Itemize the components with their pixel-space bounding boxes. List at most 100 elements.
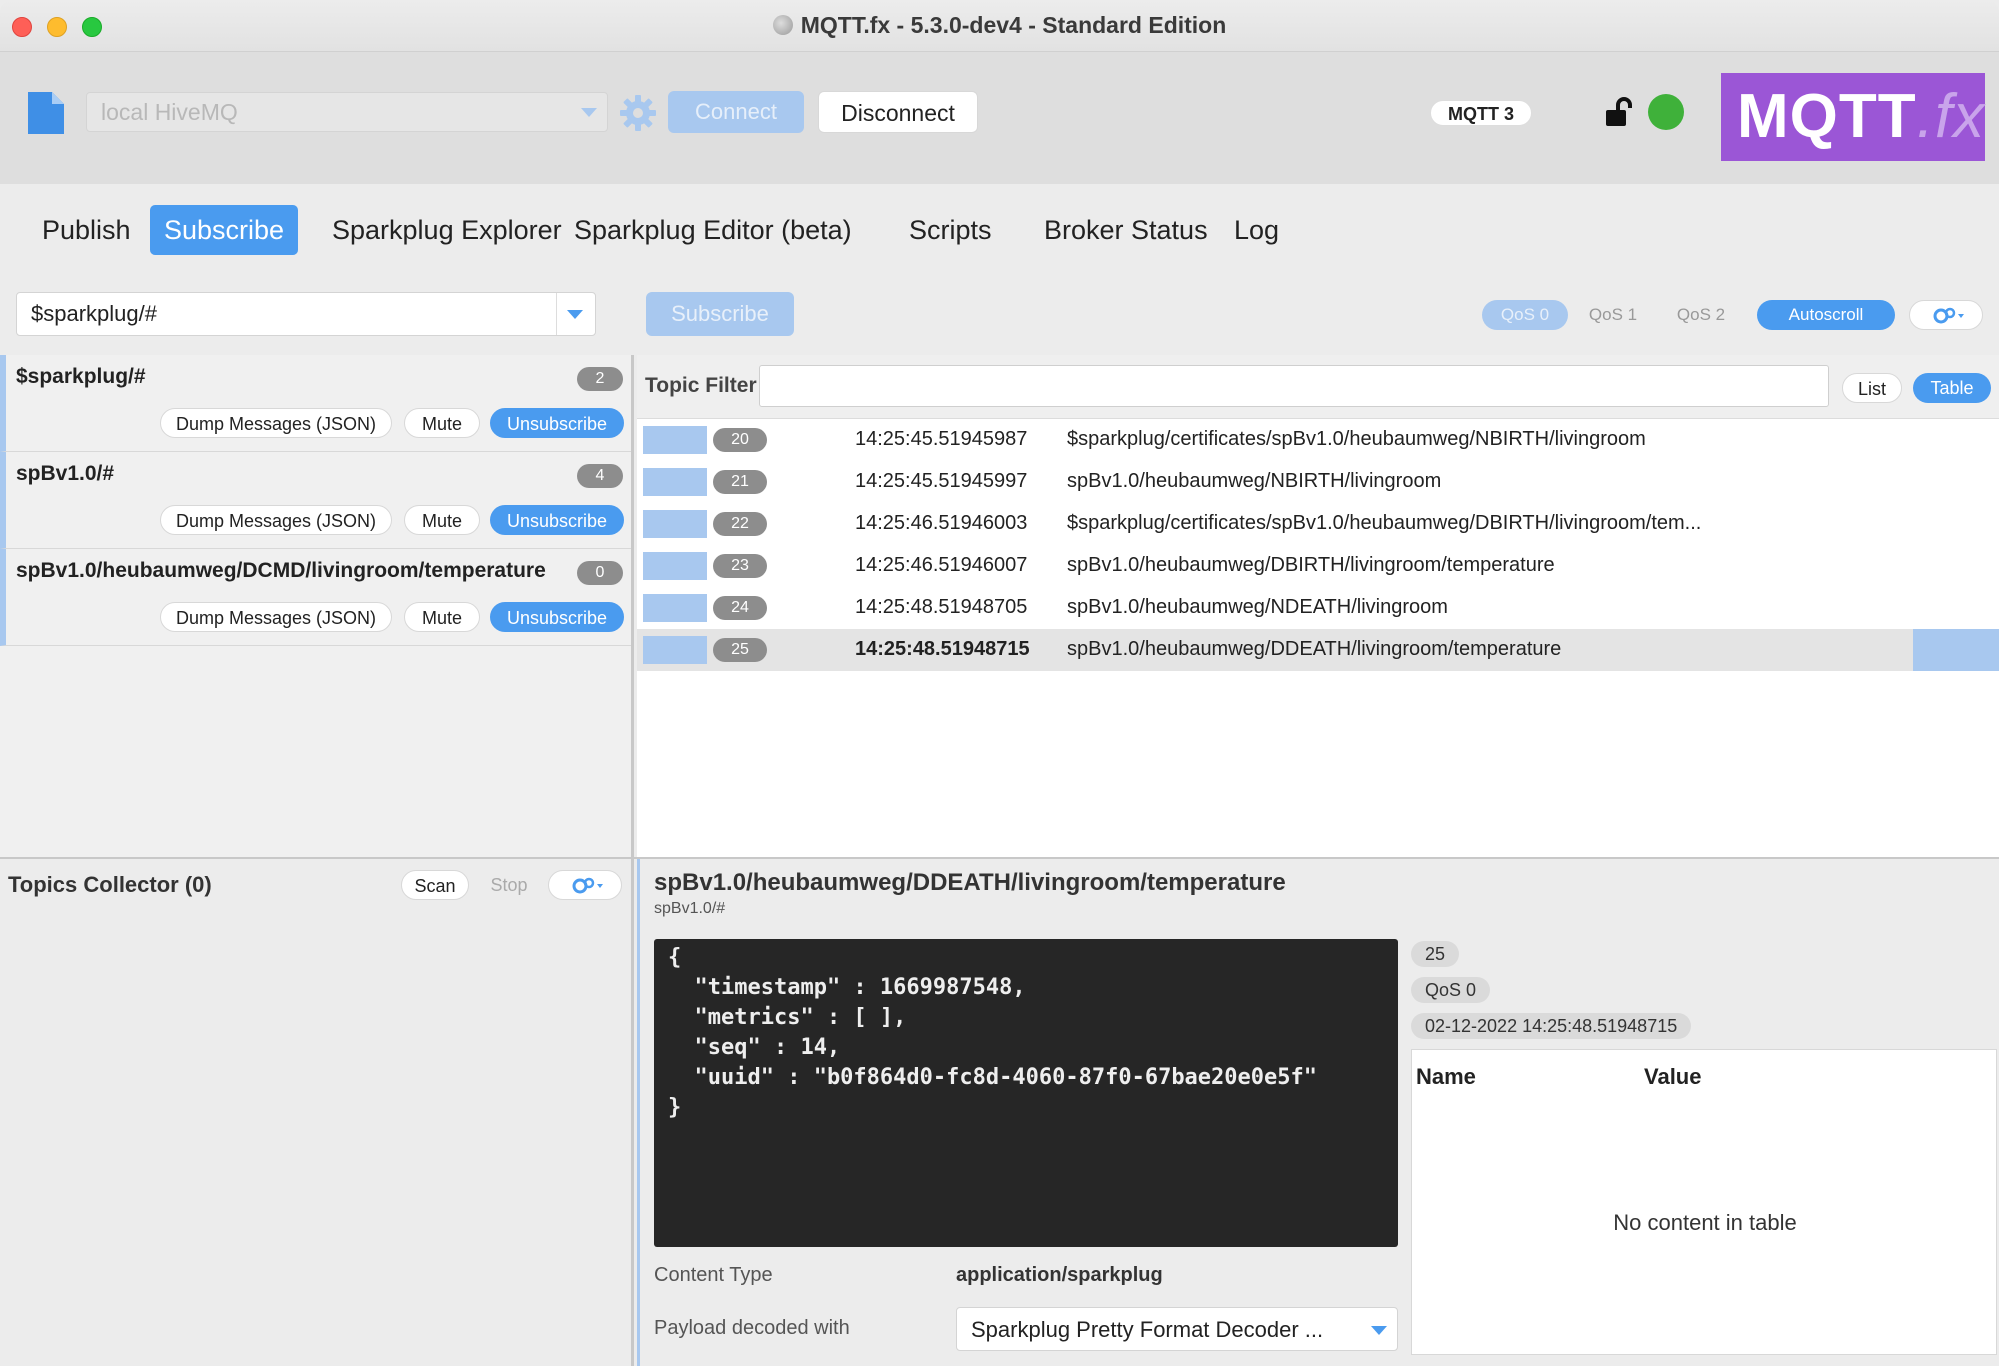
unsubscribe-button[interactable]: Unsubscribe: [490, 408, 624, 438]
chevron-down-icon[interactable]: [567, 310, 583, 319]
autoscroll-toggle[interactable]: Autoscroll: [1757, 300, 1895, 330]
chevron-down-icon: [1371, 1326, 1387, 1335]
topics-collector-panel: Topics Collector (0) Scan Stop: [0, 859, 634, 1366]
gear-icon[interactable]: [618, 93, 658, 133]
subscription-topic: $sparkplug/#: [16, 365, 146, 388]
properties-table[interactable]: Name Value No content in table: [1411, 1049, 1997, 1355]
tab-sparkplug-explorer[interactable]: Sparkplug Explorer: [318, 205, 576, 255]
dump-messages-button[interactable]: Dump Messages (JSON): [160, 505, 392, 535]
tab-scripts[interactable]: Scripts: [895, 205, 1006, 255]
mute-button[interactable]: Mute: [404, 505, 480, 535]
connect-button[interactable]: Connect: [668, 91, 804, 133]
message-list-panel: Topic Filter List Table 20 14:25:45.5194…: [637, 355, 1999, 857]
message-row-selected[interactable]: 25 14:25:48.51948715 spBv1.0/heubaumweg/…: [637, 629, 1999, 671]
message-count-badge: 2: [577, 367, 623, 391]
datetime-pill: 02-12-2022 14:25:48.51948715: [1411, 1013, 1692, 1039]
message-row[interactable]: 24 14:25:48.51948705 spBv1.0/heubaumweg/…: [637, 587, 1999, 629]
message-row[interactable]: 23 14:25:46.51946007 spBv1.0/heubaumweg/…: [637, 545, 1999, 587]
connection-profile-select[interactable]: local HiveMQ: [86, 92, 608, 132]
subscription-topic: spBv1.0/#: [16, 462, 115, 485]
logo-main: MQTT: [1737, 82, 1917, 151]
message-timestamp: 14:25:45.51945997: [855, 470, 1028, 492]
tab-sparkplug-editor[interactable]: Sparkplug Editor (beta): [560, 205, 866, 255]
message-topic: spBv1.0/heubaumweg/DBIRTH/livingroom/tem…: [1067, 554, 1555, 576]
protocol-badge: MQTT 3: [1430, 100, 1532, 126]
message-topic: spBv1.0/heubaumweg/NDEATH/livingroom: [1067, 596, 1448, 618]
qos0-toggle[interactable]: QoS 0: [1482, 300, 1568, 330]
empty-table-message: No content in table: [1613, 1210, 1797, 1235]
subscribe-button[interactable]: Subscribe: [646, 292, 794, 336]
qos-color-marker: [643, 426, 707, 454]
list-view-button[interactable]: List: [1842, 373, 1902, 403]
message-topic: spBv1.0/heubaumweg/NBIRTH/livingroom: [1067, 470, 1442, 492]
message-number-badge: 20: [713, 428, 767, 452]
qos-color-marker: [643, 510, 707, 538]
qos1-toggle[interactable]: QoS 1: [1580, 300, 1646, 330]
collector-options-button[interactable]: [548, 870, 622, 900]
subscription-item[interactable]: spBv1.0/# 4 Dump Messages (JSON) Mute Un…: [0, 452, 631, 549]
unlocked-icon: [1606, 97, 1632, 126]
message-topic: $sparkplug/certificates/spBv1.0/heubaumw…: [1067, 512, 1702, 534]
message-timestamp: 14:25:46.51946003: [855, 512, 1028, 534]
name-column-header[interactable]: Name: [1416, 1064, 1476, 1090]
subscription-item[interactable]: spBv1.0/heubaumweg/DCMD/livingroom/tempe…: [0, 549, 631, 646]
selection-marker: [1913, 629, 1999, 671]
unsubscribe-button[interactable]: Unsubscribe: [490, 602, 624, 632]
subscription-item[interactable]: $sparkplug/# 2 Dump Messages (JSON) Mute…: [0, 355, 631, 452]
subscribe-topic-input[interactable]: $sparkplug/#: [16, 292, 596, 336]
topic-filter-bar: Topic Filter List Table: [637, 355, 1999, 419]
message-number-badge: 22: [713, 512, 767, 536]
payload-viewer[interactable]: { "timestamp" : 1669987548, "metrics" : …: [654, 939, 1398, 1247]
subscribe-options-button[interactable]: [1909, 300, 1983, 330]
window-title: MQTT.fx - 5.3.0-dev4 - Standard Edition: [800, 12, 1227, 38]
disconnect-button[interactable]: Disconnect: [818, 91, 978, 133]
message-topic: spBv1.0/heubaumweg/DDEATH/livingroom/tem…: [1067, 638, 1562, 660]
unsubscribe-button[interactable]: Unsubscribe: [490, 505, 624, 535]
dump-messages-button[interactable]: Dump Messages (JSON): [160, 602, 392, 632]
detail-topic: spBv1.0/heubaumweg/DDEATH/livingroom/tem…: [654, 869, 1286, 896]
value-column-header[interactable]: Value: [1644, 1064, 1701, 1090]
mqttfx-logo: MQTT.fx: [1721, 73, 1985, 161]
message-count-badge: 4: [577, 464, 623, 488]
message-row[interactable]: 21 14:25:45.51945997 spBv1.0/heubaumweg/…: [637, 461, 1999, 503]
app-window: MQTT.fx - 5.3.0-dev4 - Standard Edition …: [0, 0, 1999, 1366]
message-timestamp: 14:25:48.51948715: [855, 638, 1030, 660]
dump-messages-button[interactable]: Dump Messages (JSON): [160, 408, 392, 438]
topic-filter-input[interactable]: [759, 365, 1829, 407]
tab-broker-status[interactable]: Broker Status: [1030, 205, 1222, 255]
message-row[interactable]: 20 14:25:45.51945987 $sparkplug/certific…: [637, 419, 1999, 461]
payload-text: { "timestamp" : 1669987548, "metrics" : …: [668, 945, 1318, 1120]
message-number-badge: 25: [713, 638, 767, 662]
topic-filter-label: Topic Filter: [645, 374, 757, 397]
dropdown-separator: [556, 293, 557, 335]
subscriptions-panel: $sparkplug/# 2 Dump Messages (JSON) Mute…: [0, 355, 634, 857]
qos-color-marker: [643, 594, 707, 622]
connection-status-indicator: [1648, 94, 1684, 130]
mute-button[interactable]: Mute: [404, 408, 480, 438]
message-row[interactable]: 22 14:25:46.51946003 $sparkplug/certific…: [637, 503, 1999, 545]
content-type-value: application/sparkplug: [956, 1264, 1163, 1286]
qos-color-marker: [643, 468, 707, 496]
mute-button[interactable]: Mute: [404, 602, 480, 632]
stop-button[interactable]: Stop: [476, 870, 542, 900]
message-timestamp: 14:25:48.51948705: [855, 596, 1028, 618]
detail-subscription: spBv1.0/#: [654, 900, 726, 917]
gears-icon: [1933, 307, 1964, 324]
subscription-topic: spBv1.0/heubaumweg/DCMD/livingroom/tempe…: [16, 559, 546, 582]
content-type-label: Content Type: [654, 1264, 773, 1286]
qos2-toggle[interactable]: QoS 2: [1668, 300, 1734, 330]
document-icon[interactable]: [28, 92, 64, 134]
decoder-label: Payload decoded with: [654, 1317, 850, 1339]
tab-subscribe[interactable]: Subscribe: [150, 205, 299, 255]
table-view-button[interactable]: Table: [1913, 373, 1991, 403]
topics-collector-title: Topics Collector (0): [8, 872, 212, 897]
logo-suffix: .fx: [1916, 82, 1986, 151]
message-number-badge: 23: [713, 554, 767, 578]
tab-log[interactable]: Log: [1220, 205, 1293, 255]
tab-publish[interactable]: Publish: [28, 205, 145, 255]
message-topic: $sparkplug/certificates/spBv1.0/heubaumw…: [1067, 428, 1646, 450]
qos-color-marker: [643, 552, 707, 580]
decoder-select[interactable]: Sparkplug Pretty Format Decoder ...: [956, 1307, 1398, 1351]
scan-button[interactable]: Scan: [401, 870, 469, 900]
message-timestamp: 14:25:45.51945987: [855, 428, 1028, 450]
